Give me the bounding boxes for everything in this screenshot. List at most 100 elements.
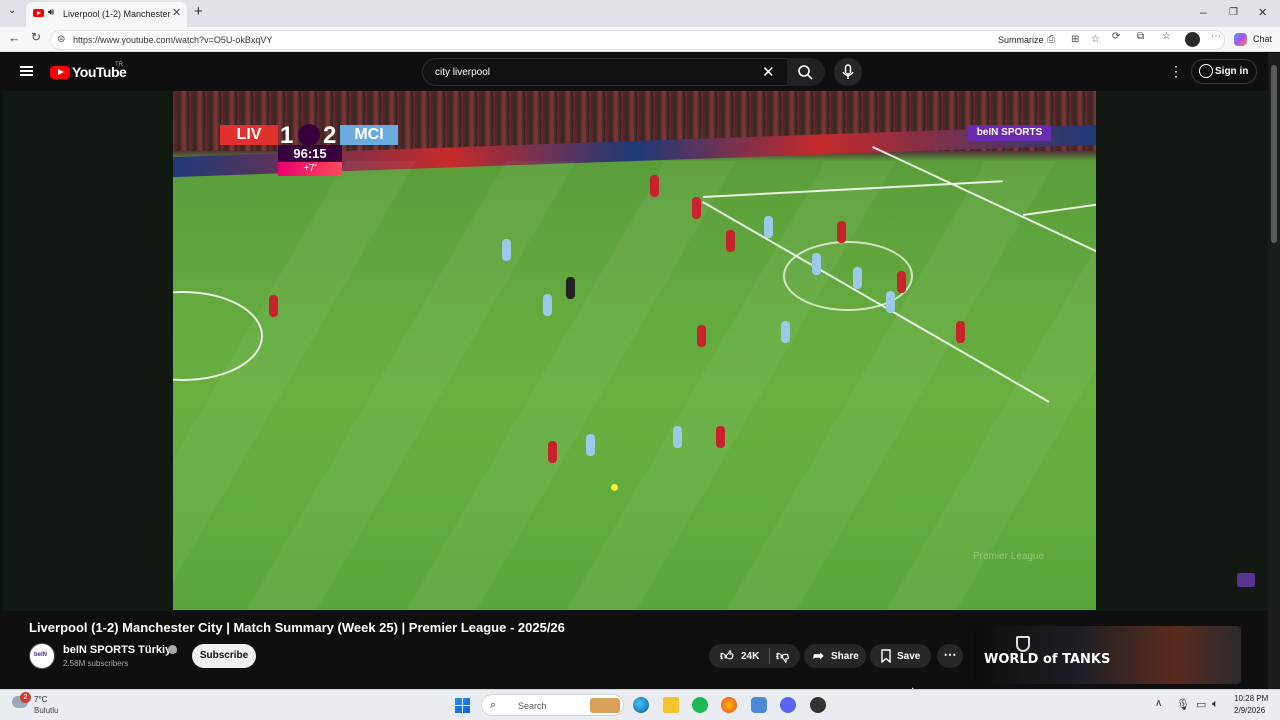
like-thumb-icon[interactable]: 👍︎ (720, 648, 734, 664)
clear-search-icon[interactable]: ✕ (762, 63, 775, 81)
search-button[interactable] (787, 58, 825, 86)
six-yard-line (1023, 201, 1096, 216)
football (611, 484, 618, 491)
search-input[interactable]: city liverpool ✕ (422, 58, 821, 86)
taskbar-search-box[interactable]: ⌕ Search (481, 694, 624, 716)
close-window-button[interactable]: ✕ (1258, 6, 1267, 19)
discord-icon[interactable] (780, 697, 796, 713)
copilot-icon[interactable] (1234, 33, 1247, 46)
summarize-button[interactable]: Summarize (998, 35, 1044, 45)
taskbar-clock-time[interactable]: 10:28 PM (1234, 694, 1268, 703)
address-bar[interactable]: ⊜ https://www.youtube.com/watch?v=O5U-ok… (50, 30, 1225, 50)
network-icon[interactable]: ▭ (1196, 698, 1206, 711)
pinned-app-icon[interactable] (810, 697, 826, 713)
video-player[interactable]: LIV 1 2 MCI 96:15 +7' beIN SPORTS Premie… (3, 91, 1268, 611)
page-scrollbar[interactable] (1268, 53, 1280, 689)
close-tab-icon[interactable]: ✕ (172, 6, 181, 19)
sign-in-button[interactable]: Sign in (1191, 59, 1257, 84)
new-tab-button[interactable]: + (194, 3, 203, 20)
microphone-icon (842, 64, 854, 79)
hamburger-menu-icon[interactable] (20, 66, 33, 76)
firefox-icon[interactable] (721, 697, 737, 713)
player-liverpool (956, 321, 965, 343)
search-icon (798, 65, 813, 80)
dislike-thumb-icon[interactable]: 👎︎ (776, 648, 789, 664)
restore-button[interactable]: ❐ (1229, 7, 1238, 18)
referee (566, 277, 575, 299)
microphone-tray-icon[interactable]: 🎙︎ (1176, 698, 1190, 711)
subscribe-button[interactable]: Subscribe (192, 644, 256, 668)
settings-kebab-icon[interactable]: ⋮ (1169, 63, 1183, 80)
tab-list-chevron-icon[interactable]: ⌄ (8, 5, 16, 16)
weather-condition[interactable]: Bulutlu (34, 706, 58, 715)
player-liverpool (269, 295, 278, 317)
player-liverpool (692, 197, 701, 219)
bookmark-icon (881, 649, 891, 663)
tray-overflow-chevron-icon[interactable]: ∧ (1155, 698, 1162, 709)
summarize-icon[interactable]: ⎙ (1047, 34, 1055, 45)
player-liverpool (897, 271, 906, 293)
youtube-logo-icon[interactable] (50, 66, 70, 79)
video-frame[interactable]: LIV 1 2 MCI 96:15 +7' beIN SPORTS Premie… (173, 91, 1096, 610)
browser-tab-bar: ⌄ 🔊︎ Liverpool (1-2) Manchester Ci ✕ + –… (0, 0, 1280, 27)
save-button[interactable]: Save (870, 644, 931, 668)
sign-in-label: Sign in (1215, 66, 1249, 77)
player-city (586, 434, 595, 456)
player-liverpool (716, 426, 725, 448)
more-actions-button[interactable]: ⋯ (937, 644, 963, 668)
url-text[interactable]: https://www.youtube.com/watch?v=O5U-okBx… (73, 35, 272, 45)
profile-avatar[interactable] (1185, 32, 1200, 47)
back-arrow-icon[interactable]: ← (8, 30, 21, 45)
edge-browser-icon[interactable] (633, 697, 649, 713)
sidebar-ad-banner[interactable]: WORLD of TANKS (974, 626, 1241, 684)
pitch-stripe (240, 161, 576, 610)
scrollbar-thumb[interactable] (1271, 65, 1277, 243)
browser-extension-icon[interactable]: ⟳ (1112, 31, 1120, 42)
site-info-icon[interactable]: ⊜ (57, 34, 65, 45)
youtube-page: YouTube TR city liverpool ✕ ⋮ Sign in LI… (3, 53, 1268, 689)
minimize-button[interactable]: – (1200, 5, 1207, 19)
added-time: +7' (278, 162, 342, 176)
refresh-icon[interactable]: ↻ (31, 30, 41, 44)
pitch-stripe (400, 161, 736, 610)
spotify-icon[interactable] (692, 697, 708, 713)
collections-icon[interactable]: ⧉ (1137, 31, 1144, 42)
save-label: Save (897, 651, 921, 662)
ad-brand: WORLD of TANKS (984, 652, 1111, 667)
country-code: TR (115, 62, 123, 68)
player-city (502, 239, 511, 261)
windows-start-icon[interactable] (455, 698, 470, 713)
account-circle-icon (1199, 64, 1213, 78)
volume-icon[interactable]: 🔈︎ (1212, 698, 1219, 711)
search-query-text[interactable]: city liverpool (435, 67, 490, 78)
speaker-icon[interactable]: 🔊︎ (48, 7, 54, 18)
settings-more-icon[interactable]: ⋯ (1211, 31, 1221, 42)
channel-watermark-icon[interactable] (1237, 573, 1255, 587)
taskbar-clock-date[interactable]: 2/9/2026 (1234, 706, 1265, 715)
player-city (853, 267, 862, 289)
like-count[interactable]: 24K (741, 651, 759, 662)
settings-app-icon[interactable] (751, 697, 767, 713)
favorite-star-icon[interactable]: ☆ (1091, 34, 1100, 45)
weather-temperature[interactable]: 7°C (34, 695, 47, 704)
player-liverpool (726, 230, 735, 252)
copilot-chat-label[interactable]: Chat (1253, 34, 1272, 44)
tab-title: Liverpool (1-2) Manchester Ci (63, 9, 171, 19)
youtube-header: YouTube TR city liverpool ✕ ⋮ Sign in (3, 53, 1268, 91)
favorites-icon[interactable]: ☆ (1162, 31, 1171, 42)
away-team-code: MCI (340, 125, 398, 145)
divider (769, 648, 770, 664)
share-button[interactable]: ➦ Share (804, 644, 866, 668)
browser-tab-youtube[interactable]: 🔊︎ Liverpool (1-2) Manchester Ci ✕ (26, 2, 187, 27)
channel-name[interactable]: beIN SPORTS Türkiye (63, 644, 177, 656)
player-city (543, 294, 552, 316)
player-city (812, 253, 821, 275)
file-explorer-icon[interactable] (663, 697, 679, 713)
share-arrow-icon: ➦ (813, 648, 824, 663)
premier-league-lion-icon (298, 124, 320, 146)
voice-search-button[interactable] (834, 58, 862, 86)
channel-avatar[interactable]: beIN (29, 643, 55, 669)
player-city (781, 321, 790, 343)
extensions-icon[interactable]: ⊞ (1071, 34, 1079, 45)
player-liverpool (548, 441, 557, 463)
